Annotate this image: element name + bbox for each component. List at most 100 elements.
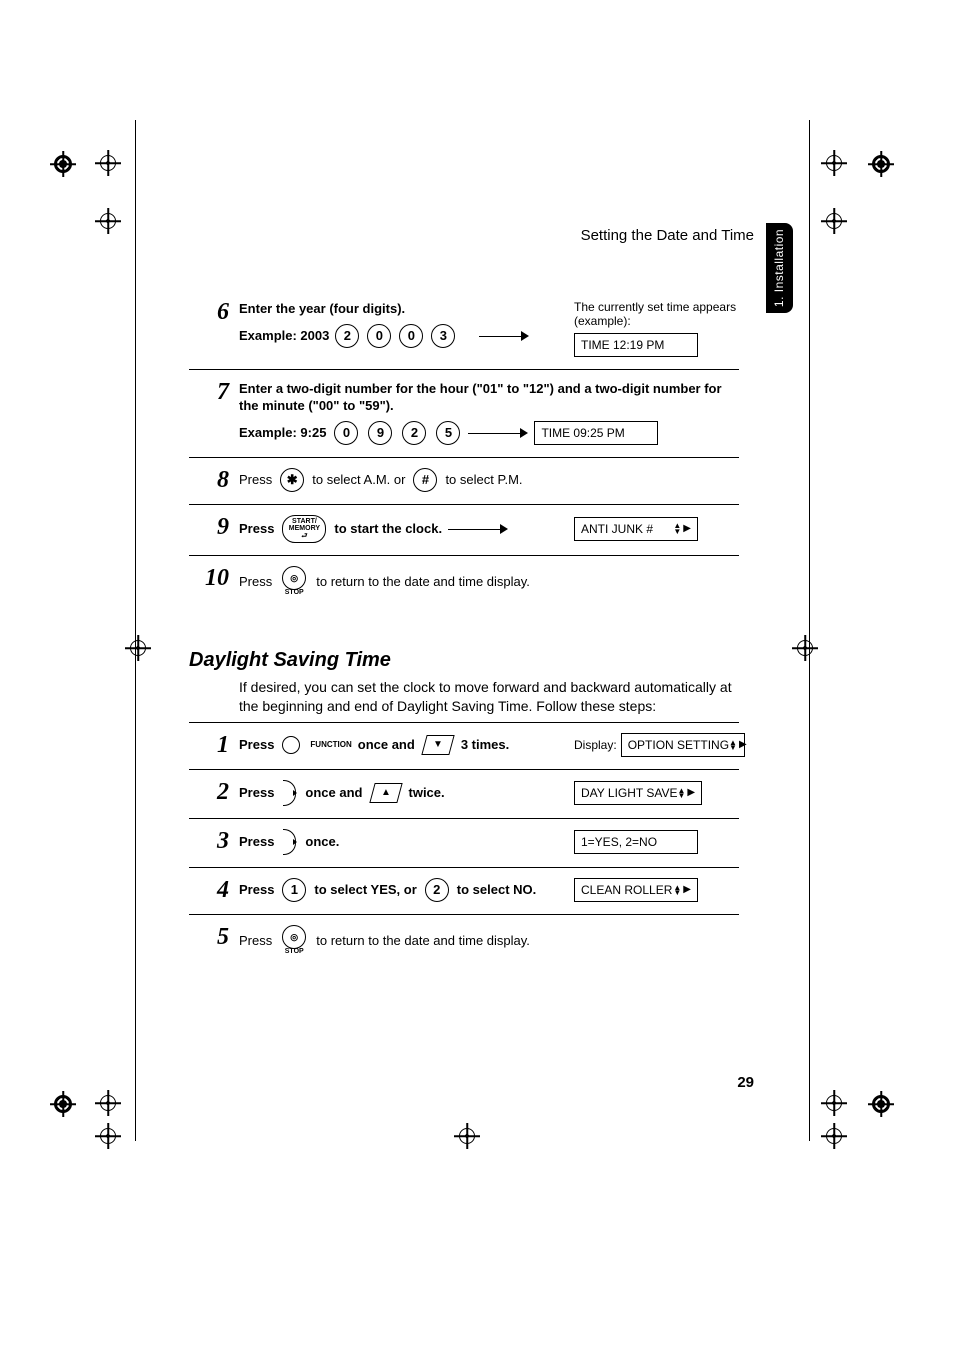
- key-label: START/: [292, 518, 317, 525]
- text: twice.: [409, 784, 445, 802]
- step-7: 7 Enter a two-digit number for the hour …: [189, 369, 739, 457]
- crop-mark-icon: [826, 213, 842, 229]
- text: to select YES, or: [314, 881, 416, 899]
- text: once and: [305, 784, 362, 802]
- stop-key: ◎ STOP: [280, 925, 308, 956]
- step-number: 6: [189, 300, 239, 357]
- example-label: Example: 9:25: [239, 424, 326, 442]
- dst-step-5: 5 Press ◎ STOP to return to the date and…: [189, 914, 739, 968]
- step-number: 1: [189, 733, 239, 757]
- dst-step-4: 4 Press 1 to select YES, or 2 to select …: [189, 867, 739, 914]
- text: Press: [239, 573, 272, 591]
- step-number: 2: [189, 780, 239, 806]
- step-10: 10 Press ◎ STOP to return to the date an…: [189, 555, 739, 609]
- keypad-key: 5: [436, 421, 460, 445]
- side-note: The currently set time appears (example)…: [574, 300, 739, 329]
- step-instruction: Enter a two-digit number for the hour ("…: [239, 381, 722, 414]
- text: once.: [305, 833, 339, 851]
- lcd-display: DAY LIGHT SAVE ▲▼ ▶: [574, 781, 702, 805]
- dst-heading: Daylight Saving Time: [189, 649, 739, 672]
- enter-icon: ⮐: [301, 533, 307, 540]
- step-number: 10: [189, 566, 239, 597]
- keypad-key: 0: [367, 324, 391, 348]
- right-icon: ▶: [739, 738, 747, 752]
- arrow-icon: [468, 428, 528, 438]
- text: Press: [239, 471, 272, 489]
- text: Press: [239, 932, 272, 950]
- crop-mark-icon: [100, 213, 116, 229]
- step-number: 9: [189, 515, 239, 543]
- step-number: 5: [189, 925, 239, 956]
- step-9: 9 Press START/ MEMORY ⮐ to start the clo…: [189, 504, 739, 555]
- lcd-display: CLEAN ROLLER ▲▼ ▶: [574, 878, 698, 902]
- text: Press: [239, 881, 274, 899]
- display-text: CLEAN ROLLER: [581, 882, 672, 898]
- star-key: ✱: [280, 468, 304, 492]
- text: Press: [239, 736, 274, 754]
- page-content: 6 Enter the year (four digits). Example:…: [189, 290, 739, 969]
- text: once and: [358, 736, 415, 754]
- text: Press: [239, 784, 274, 802]
- right-icon: ▶: [687, 786, 695, 800]
- keypad-key: 2: [335, 324, 359, 348]
- right-icon: ▶: [683, 883, 691, 897]
- step-8: 8 Press ✱ to select A.M. or # to select …: [189, 457, 739, 504]
- example-label: Example: 2003: [239, 327, 329, 345]
- up-down-icon: ▲▼: [729, 740, 737, 751]
- text: to select A.M. or: [312, 471, 405, 489]
- crop-mark-icon: [826, 155, 842, 171]
- keypad-key: 9: [368, 421, 392, 445]
- stop-icon: ◎: [282, 925, 306, 949]
- text: to select NO.: [457, 881, 536, 899]
- up-nav-key: ▲: [369, 783, 402, 803]
- text: to start the clock.: [334, 520, 442, 538]
- keypad-key: 0: [399, 324, 423, 348]
- start-memory-key: START/ MEMORY ⮐: [282, 515, 326, 543]
- display-text: DAY LIGHT SAVE: [581, 785, 677, 801]
- stop-key: ◎ STOP: [280, 566, 308, 597]
- crop-mark-icon: [100, 1128, 116, 1144]
- crop-mark-icon: [826, 1128, 842, 1144]
- crop-guide: [809, 120, 810, 1141]
- stop-icon: ◎: [282, 566, 306, 590]
- lcd-display: TIME 12:19 PM: [574, 333, 698, 357]
- lcd-display: 1=YES, 2=NO: [574, 830, 698, 854]
- step-number: 4: [189, 878, 239, 902]
- dst-intro: If desired, you can set the clock to mov…: [239, 678, 739, 716]
- lcd-display: ANTI JUNK # ▲▼ ▶: [574, 517, 698, 541]
- right-curve-key: [283, 780, 296, 806]
- crop-mark-icon: [797, 640, 813, 656]
- dst-step-1: 1 Press FUNCTION once and ▼ 3 times. Dis…: [189, 722, 739, 769]
- crop-mark-icon: [459, 1128, 475, 1144]
- step-instruction: Enter the year (four digits).: [239, 301, 405, 316]
- display-text: ANTI JUNK #: [581, 521, 653, 537]
- display-label: Display:: [574, 737, 617, 753]
- arrow-icon: [479, 331, 529, 341]
- lcd-display: TIME 09:25 PM: [534, 421, 658, 445]
- function-label: FUNCTION: [310, 740, 351, 751]
- crop-mark-icon: [54, 1095, 72, 1113]
- crop-mark-icon: [100, 1095, 116, 1111]
- down-nav-key: ▼: [421, 735, 454, 755]
- function-key-icon: [282, 736, 300, 754]
- dst-step-3: 3 Press once. 1=YES, 2=NO: [189, 818, 739, 867]
- step-number: 7: [189, 380, 239, 445]
- dst-step-2: 2 Press once and ▲ twice. DAY LIGHT SAVE…: [189, 769, 739, 818]
- keypad-key: 1: [282, 878, 306, 902]
- text: to return to the date and time display.: [316, 932, 530, 950]
- keypad-key: 0: [334, 421, 358, 445]
- section-tab-label: 1. Installation: [773, 229, 787, 307]
- step-6: 6 Enter the year (four digits). Example:…: [189, 290, 739, 369]
- section-tab: 1. Installation: [766, 223, 793, 313]
- crop-mark-icon: [100, 155, 116, 171]
- text: 3 times.: [461, 736, 509, 754]
- text: to select P.M.: [445, 471, 522, 489]
- crop-guide: [135, 120, 136, 1141]
- up-down-icon: ▲▼: [677, 788, 685, 799]
- crop-mark-icon: [54, 155, 72, 173]
- lcd-display: OPTION SETTING ▲▼ ▶: [621, 733, 745, 757]
- text: Press: [239, 833, 274, 851]
- key-label: MEMORY: [289, 525, 320, 532]
- keypad-key: 3: [431, 324, 455, 348]
- page-header: Setting the Date and Time: [581, 227, 754, 244]
